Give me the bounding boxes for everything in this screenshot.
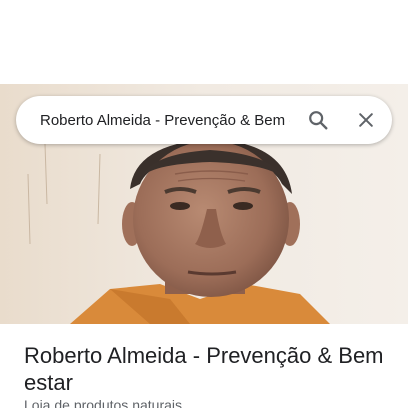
place-category[interactable]: Loja de produtos naturais (24, 397, 182, 408)
search-input[interactable]: Roberto Almeida - Prevenção & Bem estar (40, 112, 290, 129)
close-icon (359, 113, 373, 127)
place-title: Roberto Almeida - Prevenção & Bem estar (24, 343, 384, 395)
close-button[interactable] (350, 103, 382, 137)
search-button[interactable] (302, 103, 334, 137)
search-bar[interactable]: Roberto Almeida - Prevenção & Bem estar (16, 96, 392, 144)
search-icon (309, 111, 328, 130)
maps-place-screen: Roberto Almeida - Prevenção & Bem estar … (0, 0, 408, 408)
